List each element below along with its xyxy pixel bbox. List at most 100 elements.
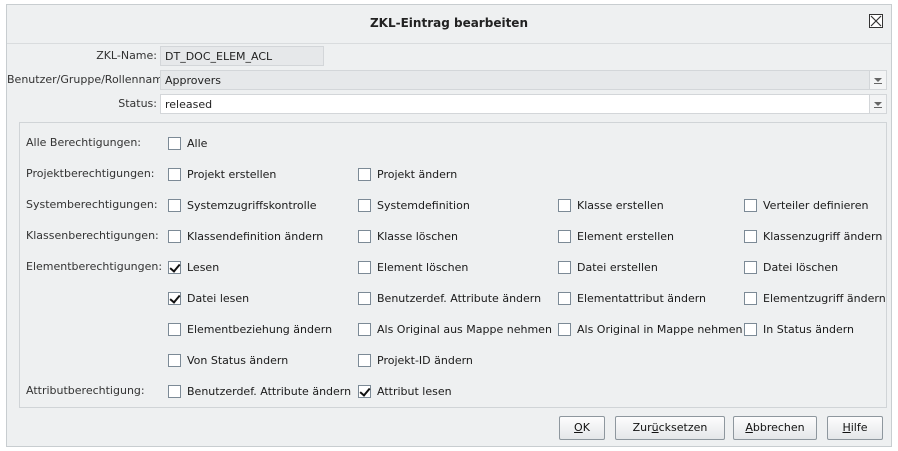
checkbox-empty-icon[interactable]: [558, 198, 571, 212]
checkbox-empty-icon[interactable]: [358, 198, 371, 212]
permission-row-label: Alle Berechtigungen:: [26, 136, 142, 149]
permission-checkbox[interactable]: Attribut lesen: [358, 383, 452, 399]
permission-label: Als Original in Mappe nehmen: [577, 322, 743, 336]
permission-checkbox[interactable]: Lesen: [168, 259, 219, 275]
permission-checkbox[interactable]: Datei löschen: [744, 259, 838, 275]
permission-checkbox[interactable]: Klassenzugriff ändern: [744, 228, 882, 244]
permission-checkbox[interactable]: Elementbeziehung ändern: [168, 321, 332, 337]
permission-checkbox[interactable]: Klassendefinition ändern: [168, 228, 323, 244]
permission-checkbox[interactable]: Benutzerdef. Attribute ändern: [168, 383, 351, 399]
permission-label: Als Original aus Mappe nehmen: [377, 322, 552, 336]
user-value: Approvers: [165, 74, 222, 87]
permissions-panel: Alle Berechtigungen: Alle Projektberechtig…: [19, 122, 887, 408]
dialog-title: ZKL-Eintrag bearbeiten: [369, 16, 528, 30]
permission-label: Elementbeziehung ändern: [187, 322, 333, 336]
permission-checkbox[interactable]: Systemzugriffskontrolle: [168, 197, 317, 213]
help-mnemonic: H: [842, 421, 851, 434]
checkbox-empty-icon[interactable]: [744, 260, 757, 274]
checkbox-empty-icon[interactable]: [744, 291, 757, 305]
permission-label: Elementzugriff ändern: [763, 291, 886, 305]
zkl-name-label: ZKL-Name:: [96, 49, 157, 62]
permission-row-label: Attributberechtigung:: [26, 384, 145, 397]
checkbox-empty-icon[interactable]: [744, 229, 757, 243]
permission-label: Klassenzugriff ändern: [763, 229, 883, 243]
checkbox-checked-icon[interactable]: [168, 291, 181, 305]
checkbox-empty-icon[interactable]: [744, 198, 757, 212]
checkbox-empty-icon[interactable]: [358, 353, 371, 367]
permission-label: In Status ändern: [763, 322, 855, 336]
checkbox-empty-icon[interactable]: [358, 229, 371, 243]
close-icon[interactable]: [869, 14, 883, 28]
checkbox-empty-icon[interactable]: [558, 322, 571, 336]
permission-checkbox[interactable]: Verteiler definieren: [744, 197, 868, 213]
permission-label: Projekt-ID ändern: [377, 353, 473, 367]
permission-label: Attribut lesen: [377, 384, 452, 398]
permission-label: Projekt erstellen: [187, 167, 277, 181]
permission-checkbox[interactable]: Klasse erstellen: [558, 197, 664, 213]
reset-mnemonic: ü: [651, 421, 659, 434]
checkbox-empty-icon[interactable]: [358, 260, 371, 274]
reset-button[interactable]: Zurücksetzen: [615, 416, 725, 440]
permission-checkbox[interactable]: Projekt erstellen: [168, 166, 276, 182]
checkbox-empty-icon[interactable]: [168, 353, 181, 367]
user-combo[interactable]: Approvers: [160, 70, 887, 90]
checkbox-empty-icon[interactable]: [744, 322, 757, 336]
permission-label: Klasse erstellen: [577, 198, 664, 212]
reset-label-rest: cksetzen: [658, 421, 708, 434]
permission-checkbox[interactable]: Alle: [168, 135, 207, 151]
status-dropdown-icon[interactable]: [869, 95, 886, 113]
permission-label: Datei löschen: [763, 260, 839, 274]
permission-label: Benutzerdef. Attribute ändern: [187, 384, 352, 398]
user-row: Benutzer/Gruppe/Rollenname: Approvers: [7, 70, 891, 90]
help-button[interactable]: Hilfe: [827, 416, 883, 440]
permission-label: Verteiler definieren: [763, 198, 869, 212]
permission-checkbox[interactable]: Element erstellen: [558, 228, 674, 244]
checkbox-checked-icon[interactable]: [168, 260, 181, 274]
checkbox-empty-icon[interactable]: [558, 260, 571, 274]
status-combo[interactable]: released: [160, 94, 887, 114]
user-dropdown-icon[interactable]: [869, 71, 886, 89]
title-bar: ZKL-Eintrag bearbeiten: [7, 5, 891, 44]
zkl-name-row: ZKL-Name: DT_DOC_ELEM_ACL: [7, 46, 891, 66]
checkbox-empty-icon[interactable]: [168, 384, 181, 398]
cancel-button[interactable]: Abbrechen: [733, 416, 817, 440]
permission-checkbox[interactable]: Als Original in Mappe nehmen: [558, 321, 743, 337]
checkbox-empty-icon[interactable]: [168, 167, 181, 181]
permission-checkbox[interactable]: Datei lesen: [168, 290, 249, 306]
permission-checkbox[interactable]: Elementattribut ändern: [558, 290, 706, 306]
checkbox-empty-icon[interactable]: [558, 291, 571, 305]
permission-checkbox[interactable]: Element löschen: [358, 259, 468, 275]
permission-checkbox[interactable]: Elementzugriff ändern: [744, 290, 886, 306]
checkbox-empty-icon[interactable]: [358, 167, 371, 181]
permission-checkbox[interactable]: Klasse löschen: [358, 228, 458, 244]
checkbox-empty-icon[interactable]: [168, 136, 181, 150]
checkbox-empty-icon[interactable]: [168, 322, 181, 336]
edit-acl-dialog: ZKL-Eintrag bearbeiten ZKL-Name: DT_DOC_…: [6, 4, 892, 447]
permission-row-label: Klassenberechtigungen:: [26, 229, 159, 242]
permission-row-label: Elementberechtigungen:: [26, 260, 163, 273]
permission-label: Element erstellen: [577, 229, 674, 243]
checkbox-empty-icon[interactable]: [358, 291, 371, 305]
checkbox-empty-icon[interactable]: [358, 322, 371, 336]
permission-checkbox[interactable]: In Status ändern: [744, 321, 854, 337]
checkbox-empty-icon[interactable]: [168, 229, 181, 243]
ok-button[interactable]: OK: [559, 416, 605, 440]
permission-label: Systemzugriffskontrolle: [187, 198, 317, 212]
permission-checkbox[interactable]: Projekt-ID ändern: [358, 352, 473, 368]
permission-checkbox[interactable]: Benutzerdef. Attribute ändern: [358, 290, 541, 306]
ok-mnemonic: O: [574, 421, 583, 434]
permission-label: Datei lesen: [187, 291, 250, 305]
permission-checkbox[interactable]: Systemdefinition: [358, 197, 470, 213]
permission-checkbox[interactable]: Datei erstellen: [558, 259, 658, 275]
checkbox-empty-icon[interactable]: [558, 229, 571, 243]
permission-checkbox[interactable]: Projekt ändern: [358, 166, 457, 182]
status-value: released: [165, 98, 213, 111]
permission-label: Benutzerdef. Attribute ändern: [377, 291, 542, 305]
permission-label: Systemdefinition: [377, 198, 470, 212]
cancel-label: bbrechen: [752, 421, 805, 434]
permission-checkbox[interactable]: Von Status ändern: [168, 352, 288, 368]
checkbox-checked-icon[interactable]: [358, 384, 371, 398]
permission-label: Lesen: [187, 260, 220, 274]
checkbox-empty-icon[interactable]: [168, 198, 181, 212]
permission-checkbox[interactable]: Als Original aus Mappe nehmen: [358, 321, 552, 337]
